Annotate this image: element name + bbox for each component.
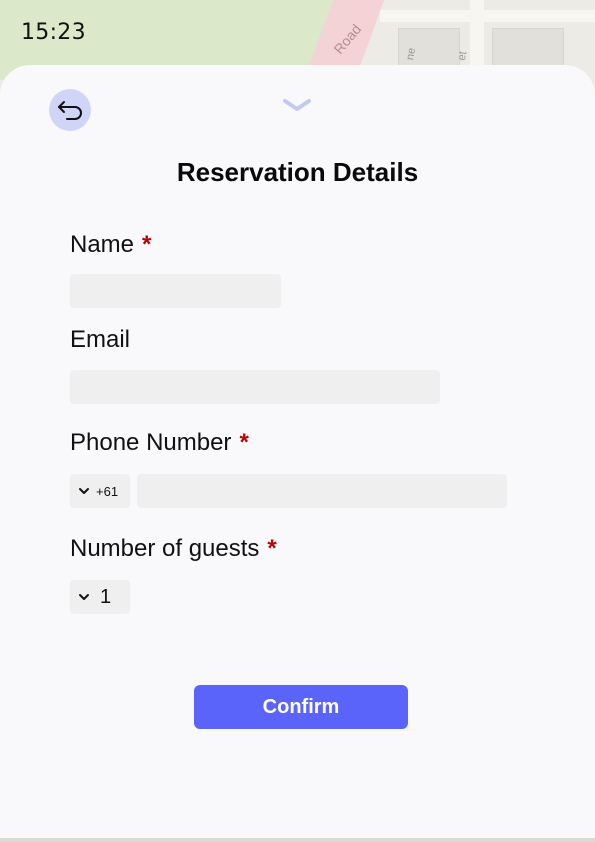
chevron-down-icon xyxy=(283,99,311,111)
phone-label: Phone Number * xyxy=(70,429,249,457)
name-label: Name * xyxy=(70,231,151,259)
map-street-label: et xyxy=(455,50,470,62)
confirm-button[interactable]: Confirm xyxy=(194,685,408,729)
phone-input[interactable] xyxy=(137,474,507,508)
status-time: 15:23 xyxy=(21,20,86,45)
chevron-down-icon xyxy=(79,488,89,494)
required-mark: * xyxy=(267,535,277,562)
map-street xyxy=(380,10,595,22)
country-code-select[interactable]: +61 xyxy=(70,474,130,508)
email-label-text: Email xyxy=(70,326,131,353)
guests-select[interactable]: 1 xyxy=(70,580,130,614)
return-arrow-icon xyxy=(58,101,82,120)
phone-label-text: Phone Number xyxy=(70,429,232,456)
country-code-value: +61 xyxy=(96,483,119,499)
collapse-handle[interactable] xyxy=(282,95,312,115)
guests-value: 1 xyxy=(100,585,112,608)
email-label: Email xyxy=(70,326,130,354)
chevron-down-icon xyxy=(79,594,89,600)
reservation-sheet: Reservation Details Name * Email Phone Nu… xyxy=(0,65,595,838)
name-input[interactable] xyxy=(70,274,281,308)
back-button[interactable] xyxy=(49,89,91,131)
bottom-map-strip xyxy=(0,838,595,842)
email-input[interactable] xyxy=(70,370,440,404)
guests-label-text: Number of guests xyxy=(70,535,260,562)
map-street-label: ne xyxy=(404,46,419,62)
required-mark: * xyxy=(142,231,152,258)
guests-label: Number of guests * xyxy=(70,535,277,563)
map-road-label: Road xyxy=(330,21,365,58)
page-title: Reservation Details xyxy=(176,157,419,187)
required-mark: * xyxy=(239,429,249,456)
name-label-text: Name xyxy=(70,231,135,258)
